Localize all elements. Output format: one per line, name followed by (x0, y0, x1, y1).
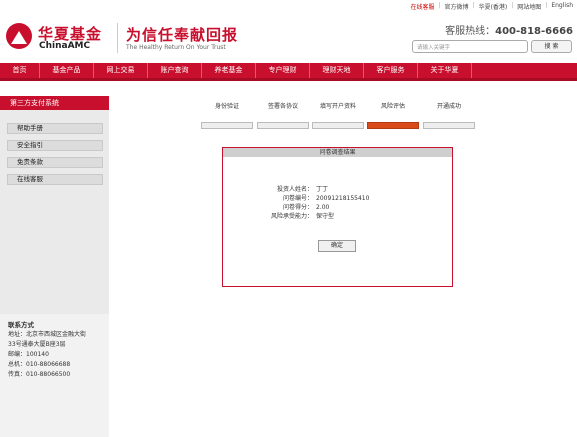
contact-address-1: 地址：北京市西城区金融大街 (8, 331, 87, 338)
slogan-cn: 为信任奉献回报 (126, 26, 239, 44)
questionnaire-no-row: 问卷编号： 20091218155410 (223, 194, 452, 203)
questionnaire-result-panel: 问卷调查结果 投资人姓名： 丁丁 问卷编号： 20091218155410 问卷… (222, 147, 453, 287)
risk-tolerance-row: 风险承受能力： 保守型 (223, 212, 452, 221)
top-links: 在线客服 | 官方微博 | 华夏(香港) | 网站地图 | English (410, 2, 573, 11)
questionnaire-no-value: 20091218155410 (316, 195, 370, 202)
search-input[interactable]: 请输入关键字 (412, 40, 528, 53)
contact-fax: 传真：010-88066500 (8, 371, 71, 378)
step-identity: 身份验证 (201, 101, 253, 129)
sidebar-item-help-manual[interactable]: 帮助手册 (7, 123, 103, 134)
nav-home[interactable]: 首页 (0, 63, 40, 78)
nav-about-us[interactable]: 关于华夏 (418, 63, 472, 78)
step-agreements: 签署各协议 (257, 101, 309, 129)
sidebar-item-online-service[interactable]: 在线客服 (7, 174, 103, 185)
investor-name-row: 投资人姓名： 丁丁 (223, 185, 452, 194)
divider: | (545, 2, 548, 9)
step-bar-active (367, 122, 419, 129)
result-rows: 投资人姓名： 丁丁 问卷编号： 20091218155410 问卷得分： 2.0… (223, 185, 452, 221)
sitemap-link[interactable]: 网站地图 (517, 2, 541, 11)
step-bar (201, 122, 253, 129)
questionnaire-no-label: 问卷编号： (282, 195, 313, 202)
step-label: 开通成功 (436, 103, 461, 110)
score-value: 2.00 (316, 204, 330, 211)
header-divider (117, 23, 118, 53)
logo-text-en: ChinaAMC (39, 41, 91, 51)
divider: | (438, 2, 441, 9)
nav-underline (0, 78, 577, 81)
contact-phone: 总机：010-88066688 (8, 361, 71, 368)
service-hotline: 客服热线：400-818-6666 (445, 22, 573, 37)
step-label: 签署各协议 (267, 103, 298, 110)
main-nav: 首页 基金产品 网上交易 账户查询 养老基金 专户理财 理财天地 客户服务 关于… (0, 63, 577, 78)
nav-pension-fund[interactable]: 养老基金 (202, 63, 256, 78)
nav-fund-products[interactable]: 基金产品 (40, 63, 94, 78)
panel-title: 问卷调查结果 (223, 148, 452, 157)
nav-online-trading[interactable]: 网上交易 (94, 63, 148, 78)
sidebar-item-disclaimer[interactable]: 免责条款 (7, 157, 103, 168)
step-bar (312, 122, 364, 129)
score-label: 问卷得分： (282, 204, 313, 211)
official-weibo-link[interactable]: 官方微博 (445, 2, 469, 11)
step-label: 填写开户资料 (319, 103, 356, 110)
investor-name-value: 丁丁 (316, 186, 329, 193)
step-label: 风险评估 (380, 103, 405, 110)
logo-mark-icon (6, 23, 32, 49)
hotline-label: 客服热线： (445, 26, 496, 37)
step-bar (423, 122, 475, 129)
contact-address-2: 33号通泰大厦B座3层 (8, 341, 66, 348)
score-row: 问卷得分： 2.00 (223, 203, 452, 212)
search-button[interactable]: 搜 索 (531, 40, 572, 53)
step-success: 开通成功 (423, 101, 475, 129)
contact-info: 联系方式 地址：北京市西城区金融大街 33号通泰大厦B座3层 邮编：100140… (0, 314, 109, 437)
nav-account-query[interactable]: 账户查询 (148, 63, 202, 78)
step-bar (257, 122, 309, 129)
risk-tolerance-value: 保守型 (316, 213, 335, 220)
contact-title: 联系方式 (8, 321, 34, 329)
english-link[interactable]: English (551, 2, 573, 11)
step-label: 身份验证 (214, 103, 239, 110)
step-risk-assessment: 风险评估 (367, 101, 419, 129)
nav-wealth-management[interactable]: 理财天地 (310, 63, 364, 78)
slogan-en: The Healthy Return On Your Trust (126, 44, 226, 51)
chinaamc-logo[interactable]: 华夏基金 ChinaAMC (6, 20, 110, 58)
online-service-link[interactable]: 在线客服 (410, 2, 434, 11)
divider: | (472, 2, 475, 9)
step-account-info: 填写开户资料 (312, 101, 364, 129)
hk-link[interactable]: 华夏(香港) (479, 2, 508, 11)
nav-separate-account[interactable]: 专户理财 (256, 63, 310, 78)
divider: | (511, 2, 514, 9)
sidebar-title: 第三方支付系统 (0, 96, 109, 110)
risk-tolerance-label: 风险承受能力： (270, 213, 313, 220)
nav-customer-service[interactable]: 客户服务 (364, 63, 418, 78)
contact-postcode: 邮编：100140 (8, 351, 49, 358)
sidebar-item-security-guide[interactable]: 安全指引 (7, 140, 103, 151)
investor-name-label: 投资人姓名： (276, 186, 313, 193)
confirm-button[interactable]: 确定 (318, 240, 356, 252)
hotline-number: 400-818-6666 (495, 26, 573, 37)
